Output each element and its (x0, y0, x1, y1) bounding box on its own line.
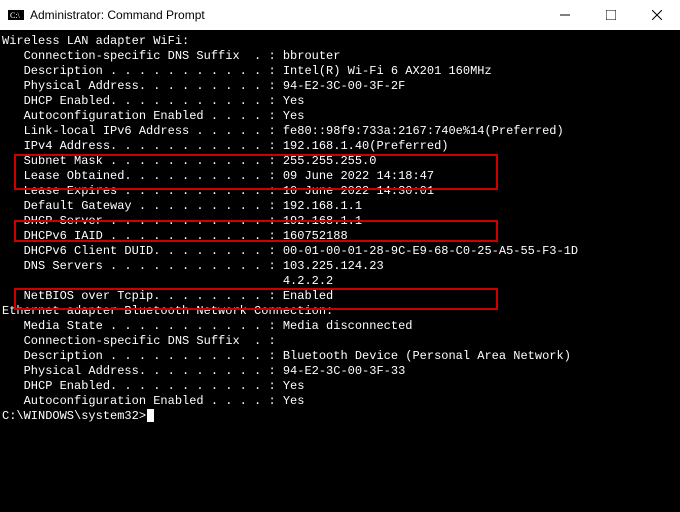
maximize-button[interactable] (588, 0, 634, 30)
description-line: Description . . . . . . . . . . . : Inte… (0, 64, 680, 79)
autoconfig-line: Autoconfiguration Enabled . . . . : Yes (0, 109, 680, 124)
autoconfig-line: Autoconfiguration Enabled . . . . : Yes (0, 394, 680, 409)
minimize-button[interactable] (542, 0, 588, 30)
description-line: Description . . . . . . . . . . . : Blue… (0, 349, 680, 364)
dhcpv6-duid-line: DHCPv6 Client DUID. . . . . . . . : 00-0… (0, 244, 680, 259)
prompt-text: C:\WINDOWS\system32> (2, 409, 146, 423)
ipv4-address-line: IPv4 Address. . . . . . . . . . . : 192.… (0, 139, 680, 154)
physical-address-line: Physical Address. . . . . . . . . : 94-E… (0, 79, 680, 94)
terminal-output[interactable]: Wireless LAN adapter WiFi: Connection-sp… (0, 30, 680, 512)
cursor (147, 409, 154, 422)
netbios-line: NetBIOS over Tcpip. . . . . . . . : Enab… (0, 289, 680, 304)
dhcp-enabled-line: DHCP Enabled. . . . . . . . . . . : Yes (0, 94, 680, 109)
dns-suffix-line: Connection-specific DNS Suffix . : bbrou… (0, 49, 680, 64)
cmd-icon: C:\ (8, 7, 24, 23)
dns-suffix-line: Connection-specific DNS Suffix . : (0, 334, 680, 349)
dhcpv6-iaid-line: DHCPv6 IAID . . . . . . . . . . . : 1607… (0, 229, 680, 244)
svg-text:C:\: C:\ (10, 11, 21, 20)
lease-expires-line: Lease Expires . . . . . . . . . . : 10 J… (0, 184, 680, 199)
window-title: Administrator: Command Prompt (30, 8, 542, 22)
section-header: Wireless LAN adapter WiFi: (0, 34, 680, 49)
prompt-line[interactable]: C:\WINDOWS\system32> (0, 409, 680, 424)
ipv6-address-line: Link-local IPv6 Address . . . . . : fe80… (0, 124, 680, 139)
dhcp-enabled-line: DHCP Enabled. . . . . . . . . . . : Yes (0, 379, 680, 394)
dns-servers-line: DNS Servers . . . . . . . . . . . : 103.… (0, 259, 680, 274)
section-header: Ethernet adapter Bluetooth Network Conne… (0, 304, 680, 319)
dhcp-server-line: DHCP Server . . . . . . . . . . . : 192.… (0, 214, 680, 229)
physical-address-line: Physical Address. . . . . . . . . : 94-E… (0, 364, 680, 379)
subnet-mask-line: Subnet Mask . . . . . . . . . . . : 255.… (0, 154, 680, 169)
dns-servers-line-2: 4.2.2.2 (0, 274, 680, 289)
default-gateway-line: Default Gateway . . . . . . . . . : 192.… (0, 199, 680, 214)
titlebar: C:\ Administrator: Command Prompt (0, 0, 680, 31)
close-button[interactable] (634, 0, 680, 30)
media-state-line: Media State . . . . . . . . . . . : Medi… (0, 319, 680, 334)
lease-obtained-line: Lease Obtained. . . . . . . . . . : 09 J… (0, 169, 680, 184)
